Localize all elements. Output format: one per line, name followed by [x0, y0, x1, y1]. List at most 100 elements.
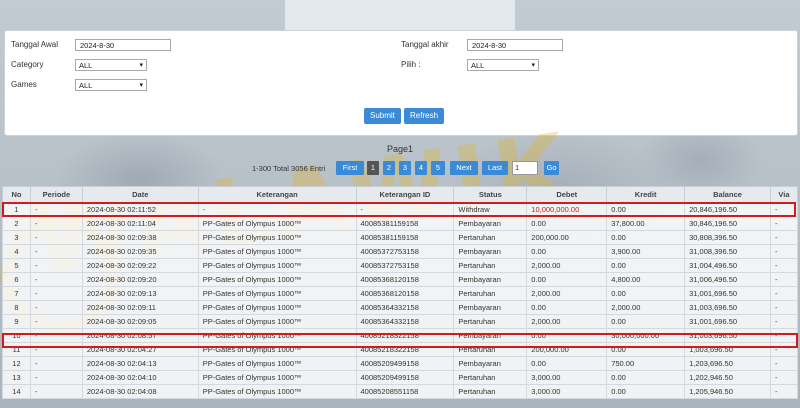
table-row: 14-2024-08-30 02:04:08 PP-Gates of Olympu…: [2, 384, 799, 399]
cell-keterangan-id[interactable]: 40085364332158: [355, 314, 455, 329]
first-page-button[interactable]: First: [336, 161, 364, 175]
cell-periode: -: [29, 314, 83, 329]
submit-button[interactable]: Submit: [364, 108, 401, 124]
cell-keterangan-id[interactable]: 40085218322158: [355, 342, 455, 357]
cell-periode: -: [29, 286, 83, 301]
cell-keterangan-id[interactable]: 40085372753158: [355, 258, 455, 273]
chevron-down-icon: ▾: [139, 62, 143, 69]
column-header-periode[interactable]: Periode: [29, 186, 83, 203]
transaction-table: No Periode Date Keterangan Keterangan ID Stat…: [2, 186, 799, 399]
cell-keterangan-id[interactable]: 40085218322158: [355, 328, 455, 343]
column-header-status[interactable]: Status: [453, 186, 528, 203]
column-header-no[interactable]: No: [2, 186, 31, 203]
cell-keterangan-id[interactable]: 40085368120158: [355, 272, 455, 287]
cell-kredit: 0.00: [606, 202, 686, 217]
cell-via: -: [769, 370, 799, 385]
table-row: 4-2024-08-30 02:09:35 PP-Gates of Olympus…: [2, 244, 799, 259]
pilih-label: Pilih :: [401, 60, 421, 69]
column-header-keterangan[interactable]: Keterangan: [197, 186, 357, 203]
cell-debet: 200,000.00: [526, 342, 608, 357]
page-number-input[interactable]: 1: [512, 161, 538, 175]
cell-via: -: [769, 230, 799, 245]
page-5-button[interactable]: 5: [431, 161, 445, 175]
cell-kredit: 0.00: [606, 258, 686, 273]
cell-debet: 3,000.00: [526, 384, 608, 399]
games-label: Games: [11, 80, 37, 89]
cell-date: 2024-08-30 02:11:04: [81, 216, 199, 231]
page-3-button[interactable]: 3: [399, 161, 411, 175]
cell-no: 7: [2, 286, 31, 301]
category-label: Category: [11, 60, 44, 69]
chevron-down-icon: ▾: [531, 62, 535, 69]
cell-no: 3: [2, 230, 31, 245]
column-header-via[interactable]: Via: [769, 186, 799, 203]
category-select-value: ALL: [79, 61, 93, 70]
total-entries-info: 1-300 Total 3056 Entri: [252, 164, 326, 173]
cell-via: -: [769, 272, 799, 287]
cell-keterangan-id[interactable]: 40085209499158: [355, 356, 455, 371]
column-header-debet[interactable]: Debet: [526, 186, 608, 203]
cell-status: Pertaruhan: [453, 286, 528, 301]
cell-debet: 3,000.00: [526, 370, 608, 385]
column-header-date[interactable]: Date: [81, 186, 199, 203]
cell-periode: -: [29, 244, 83, 259]
last-page-button[interactable]: Last: [482, 161, 508, 175]
cell-debet: 0.00: [526, 328, 608, 343]
cell-date: 2024-08-30 02:09:22: [81, 258, 199, 273]
page-4-button[interactable]: 4: [415, 161, 427, 175]
go-button[interactable]: Go: [544, 161, 559, 175]
cell-kredit: 750.00: [606, 356, 686, 371]
cell-keterangan: PP-Gates of Olympus 1000™: [197, 230, 357, 245]
cell-keterangan-id[interactable]: 40085368120158: [355, 286, 455, 301]
cell-date: 2024-08-30 02:04:27: [81, 342, 199, 357]
cell-keterangan: PP-Gates of Olympus 1000™: [197, 244, 357, 259]
cell-debet: 0.00: [526, 356, 608, 371]
cell-keterangan-id[interactable]: 40085364332158: [355, 300, 455, 315]
column-header-keterangan-id[interactable]: Keterangan ID: [355, 186, 455, 203]
tanggal-awal-input[interactable]: 2024-8-30: [75, 39, 171, 51]
table-row: 8-2024-08-30 02:09:11 PP-Gates of Olympus…: [2, 300, 799, 315]
cell-periode: -: [29, 356, 83, 371]
next-page-button[interactable]: Next: [450, 161, 478, 175]
cell-kredit: 0.00: [606, 370, 686, 385]
cell-balance: 1,203,696.50: [684, 356, 771, 371]
cell-keterangan: PP-Gates of Olympus 1000™: [197, 384, 357, 399]
cell-kredit: 4,800.00: [606, 272, 686, 287]
cell-keterangan-id[interactable]: 40085209499158: [355, 370, 455, 385]
games-select[interactable]: ALL ▾: [75, 79, 147, 91]
cell-no: 8: [2, 300, 31, 315]
cell-via: -: [769, 202, 799, 217]
cell-no: 14: [2, 384, 31, 399]
cell-keterangan-id[interactable]: 40085372753158: [355, 244, 455, 259]
cell-via: -: [769, 300, 799, 315]
cell-balance: 1,202,946.50: [684, 370, 771, 385]
column-header-kredit[interactable]: Kredit: [606, 186, 686, 203]
cell-keterangan-id[interactable]: 40085381159158: [355, 216, 455, 231]
cell-date: 2024-08-30 02:04:10: [81, 370, 199, 385]
cell-status: Pembayaran: [453, 328, 528, 343]
page-1-button[interactable]: 1: [367, 161, 379, 175]
refresh-button[interactable]: Refresh: [404, 108, 445, 124]
cell-balance: 31,001,696.50: [684, 286, 771, 301]
cell-keterangan: PP-Gates of Olympus 1000™: [197, 314, 357, 329]
cell-balance: 31,008,396.50: [684, 244, 771, 259]
cell-status: Pertaruhan: [453, 370, 528, 385]
pilih-select[interactable]: ALL ▾: [467, 59, 539, 71]
cell-kredit: 2,000.00: [606, 300, 686, 315]
page-2-button[interactable]: 2: [383, 161, 395, 175]
cell-date: 2024-08-30 02:08:57: [81, 328, 199, 343]
column-header-balance[interactable]: Balance: [684, 186, 771, 203]
cell-kredit: 0.00: [606, 342, 686, 357]
cell-via: -: [769, 328, 799, 343]
cell-date: 2024-08-30 02:09:05: [81, 314, 199, 329]
table-row: 3-2024-08-30 02:09:38 PP-Gates of Olympus…: [2, 230, 799, 245]
cell-no: 2: [2, 216, 31, 231]
cell-keterangan-id[interactable]: 40085381159158: [355, 230, 455, 245]
tanggal-akhir-input[interactable]: 2024-8-30: [467, 39, 563, 51]
cell-kredit: 0.00: [606, 230, 686, 245]
cell-keterangan: PP-Gates of Olympus 1000™: [197, 328, 357, 343]
cell-via: -: [769, 216, 799, 231]
cell-balance: 30,808,396.50: [684, 230, 771, 245]
cell-keterangan-id[interactable]: 40085208551158: [355, 384, 455, 399]
category-select[interactable]: ALL ▾: [75, 59, 147, 71]
